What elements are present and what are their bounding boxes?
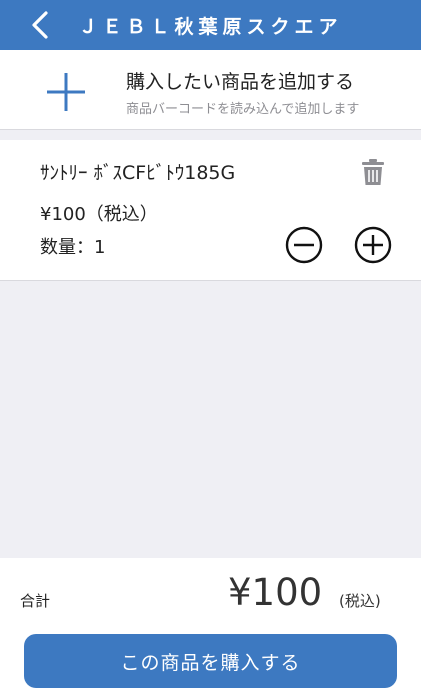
- chevron-left-icon: [32, 11, 48, 39]
- purchase-button[interactable]: この商品を購入する: [24, 634, 397, 688]
- page-title: ＪＥＢＬ秋葉原スクエア: [78, 15, 343, 38]
- total-label: 合計: [20, 592, 51, 610]
- plus-circle-icon: [354, 226, 392, 264]
- total-amount: ¥100: [228, 571, 323, 614]
- increment-quantity-button[interactable]: [354, 226, 392, 264]
- trash-icon: [362, 159, 384, 185]
- item-quantity: 数量：1: [40, 237, 106, 258]
- minus-circle-icon: [285, 226, 323, 264]
- add-product-title: 購入したい商品を追加する: [126, 71, 355, 93]
- delete-item-button[interactable]: [361, 158, 385, 186]
- add-product-row[interactable]: 購入したい商品を追加する 商品バーコードを読み込んで追加します: [0, 50, 421, 130]
- add-product-subtitle: 商品バーコードを読み込んで追加します: [126, 102, 360, 117]
- plus-icon: [47, 73, 85, 111]
- item-name: ｻﾝﾄﾘｰ ﾎﾞｽCFﾋﾞﾄｳ185G: [40, 162, 236, 184]
- back-button[interactable]: [22, 7, 58, 43]
- checkout-footer: 合計 ¥100 (税込) この商品を購入する: [0, 558, 421, 700]
- cart-item: ｻﾝﾄﾘｰ ﾎﾞｽCFﾋﾞﾄｳ185G ¥100（税込） 数量：1: [0, 140, 421, 281]
- item-price: ¥100（税込）: [40, 204, 158, 225]
- app-header: ＪＥＢＬ秋葉原スクエア: [0, 0, 421, 50]
- decrement-quantity-button[interactable]: [285, 226, 323, 264]
- total-tax-note: (税込): [339, 592, 381, 610]
